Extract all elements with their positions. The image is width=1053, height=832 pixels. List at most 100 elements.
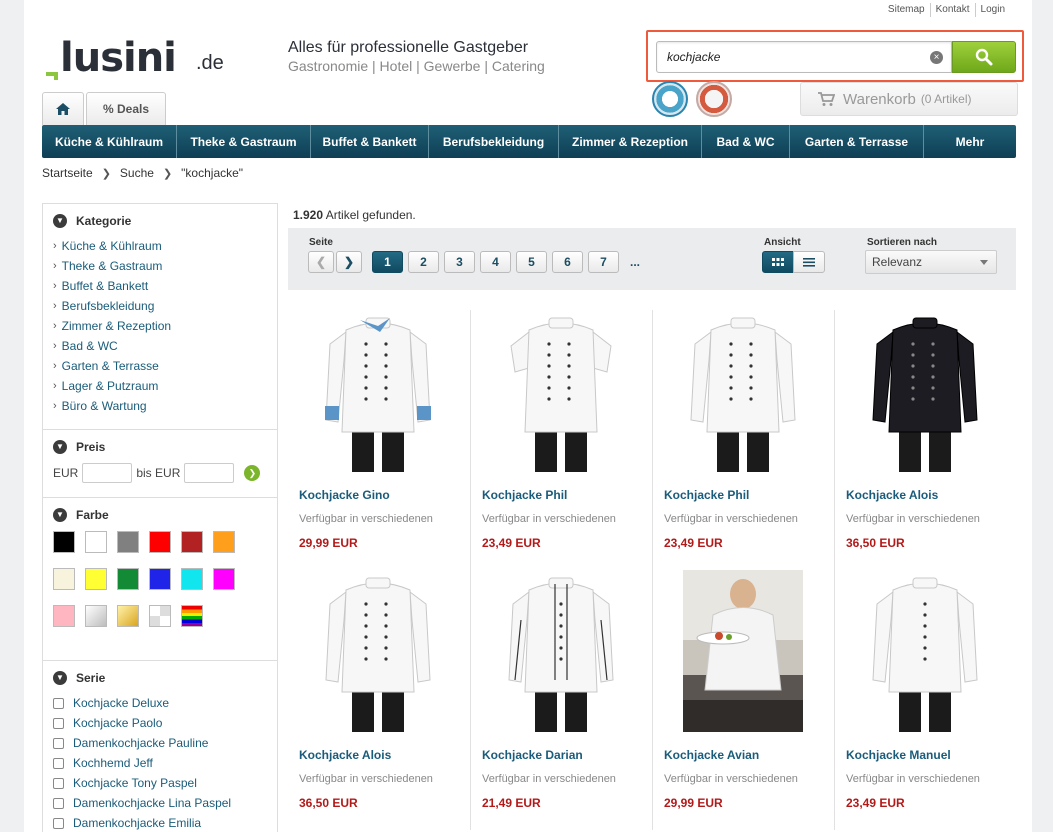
nav-berufsbekleidung[interactable]: Berufsbekleidung bbox=[429, 125, 559, 158]
series-item[interactable]: Kochhemd Jeff bbox=[53, 753, 277, 773]
series-item[interactable]: Damenkochjacke Lina Paspel bbox=[53, 793, 277, 813]
nav-theke[interactable]: Theke & Gastraum bbox=[177, 125, 311, 158]
color-swatch[interactable] bbox=[53, 568, 75, 590]
color-swatch[interactable] bbox=[117, 531, 139, 553]
series-filter-header[interactable]: ▼ Serie bbox=[53, 671, 277, 685]
product-title[interactable]: Kochjacke Phil bbox=[664, 488, 749, 502]
category-item[interactable]: › Büro & Wartung bbox=[53, 396, 277, 416]
home-tab[interactable] bbox=[42, 92, 84, 125]
nav-mehr[interactable]: Mehr bbox=[924, 125, 1016, 158]
category-item[interactable]: › Buffet & Bankett bbox=[53, 276, 277, 296]
product-card[interactable]: Kochjacke Alois Verfügbar in verschiedene… bbox=[288, 570, 470, 830]
product-image[interactable] bbox=[501, 310, 621, 472]
product-title[interactable]: Kochjacke Alois bbox=[299, 748, 391, 762]
series-checkbox[interactable] bbox=[53, 757, 64, 769]
series-checkbox[interactable] bbox=[53, 797, 64, 809]
series-item[interactable]: Damenkochjacke Emilia bbox=[53, 813, 277, 832]
product-image[interactable] bbox=[865, 570, 985, 732]
product-title[interactable]: Kochjacke Avian bbox=[664, 748, 759, 762]
product-card[interactable]: Kochjacke Gino Verfügbar in verschiedenen… bbox=[288, 310, 470, 570]
deals-tab[interactable]: % Deals bbox=[86, 92, 166, 125]
product-card[interactable]: Kochjacke Alois Verfügbar in verschiedene… bbox=[834, 310, 1016, 570]
kontakt-link[interactable]: Kontakt bbox=[929, 3, 975, 17]
page-button[interactable]: 7 bbox=[588, 251, 619, 273]
product-card[interactable]: Kochjacke Manuel Verfügbar in verschieden… bbox=[834, 570, 1016, 830]
sort-select[interactable]: Relevanz bbox=[865, 250, 997, 274]
product-title[interactable]: Kochjacke Manuel bbox=[846, 748, 951, 762]
color-filter-header[interactable]: ▼ Farbe bbox=[53, 508, 277, 522]
search-button[interactable] bbox=[952, 41, 1016, 73]
product-image[interactable] bbox=[683, 570, 803, 732]
color-swatch[interactable] bbox=[149, 531, 171, 553]
product-image[interactable] bbox=[683, 310, 803, 472]
category-item[interactable]: › Lager & Putzraum bbox=[53, 376, 277, 396]
series-item[interactable]: Kochjacke Paolo bbox=[53, 713, 277, 733]
breadcrumb-home[interactable]: Startseite bbox=[42, 166, 93, 180]
color-swatch[interactable] bbox=[85, 605, 107, 627]
category-item[interactable]: › Theke & Gastraum bbox=[53, 256, 277, 276]
trust-seal-icon[interactable] bbox=[652, 81, 688, 117]
nav-garten[interactable]: Garten & Terrasse bbox=[790, 125, 924, 158]
search-input[interactable] bbox=[657, 42, 917, 72]
nav-kueche[interactable]: Küche & Kühlraum bbox=[42, 125, 177, 158]
series-item[interactable]: Kochjacke Deluxe bbox=[53, 693, 277, 713]
nav-zimmer[interactable]: Zimmer & Rezeption bbox=[559, 125, 702, 158]
color-swatch[interactable] bbox=[181, 531, 203, 553]
login-link[interactable]: Login bbox=[974, 3, 1010, 17]
series-item[interactable]: Damenkochjacke Pauline bbox=[53, 733, 277, 753]
grid-view-button[interactable] bbox=[762, 251, 794, 273]
color-swatch[interactable] bbox=[53, 605, 75, 627]
color-swatch[interactable] bbox=[181, 605, 203, 627]
page-button[interactable]: 6 bbox=[552, 251, 583, 273]
category-item[interactable]: › Bad & WC bbox=[53, 336, 277, 356]
product-title[interactable]: Kochjacke Gino bbox=[299, 488, 390, 502]
series-item[interactable]: Kochjacke Tony Paspel bbox=[53, 773, 277, 793]
color-swatch[interactable] bbox=[85, 568, 107, 590]
product-image[interactable] bbox=[501, 570, 621, 732]
product-card[interactable]: Kochjacke Phil Verfügbar in verschiedenen… bbox=[652, 310, 834, 570]
color-swatch[interactable] bbox=[85, 531, 107, 553]
nav-buffet[interactable]: Buffet & Bankett bbox=[311, 125, 429, 158]
list-view-button[interactable] bbox=[793, 251, 825, 273]
category-item[interactable]: › Garten & Terrasse bbox=[53, 356, 277, 376]
award-seal-icon[interactable] bbox=[696, 81, 732, 117]
product-title[interactable]: Kochjacke Alois bbox=[846, 488, 938, 502]
next-page-button[interactable]: ❯ bbox=[336, 251, 362, 273]
product-title[interactable]: Kochjacke Darian bbox=[482, 748, 583, 762]
color-swatch[interactable] bbox=[149, 568, 171, 590]
nav-bad[interactable]: Bad & WC bbox=[702, 125, 790, 158]
color-swatch[interactable] bbox=[213, 568, 235, 590]
price-from-input[interactable] bbox=[82, 463, 133, 483]
product-image[interactable] bbox=[318, 570, 438, 732]
series-checkbox[interactable] bbox=[53, 697, 64, 709]
product-card[interactable]: Kochjacke Darian Verfügbar in verschieden… bbox=[470, 570, 652, 830]
sitemap-link[interactable]: Sitemap bbox=[883, 3, 930, 17]
color-swatch[interactable] bbox=[149, 605, 171, 627]
page-button[interactable]: 1 bbox=[372, 251, 403, 273]
prev-page-button[interactable]: ❮ bbox=[308, 251, 334, 273]
category-item[interactable]: › Küche & Kühlraum bbox=[53, 236, 277, 256]
price-filter-header[interactable]: ▼ Preis bbox=[53, 440, 277, 454]
color-swatch[interactable] bbox=[181, 568, 203, 590]
page-button[interactable]: 2 bbox=[408, 251, 439, 273]
page-button[interactable]: 5 bbox=[516, 251, 547, 273]
clear-search-icon[interactable]: × bbox=[930, 51, 943, 64]
category-item[interactable]: › Berufsbekleidung bbox=[53, 296, 277, 316]
series-checkbox[interactable] bbox=[53, 817, 64, 829]
category-filter-header[interactable]: ▼ Kategorie bbox=[53, 214, 277, 228]
product-title[interactable]: Kochjacke Phil bbox=[482, 488, 567, 502]
product-card[interactable]: Kochjacke Avian Verfügbar in verschiedene… bbox=[652, 570, 834, 830]
page-button[interactable]: 4 bbox=[480, 251, 511, 273]
cart-button[interactable]: Warenkorb (0 Artikel) bbox=[800, 82, 1018, 116]
product-image[interactable] bbox=[865, 310, 985, 472]
price-submit-icon[interactable]: ❯ bbox=[244, 465, 261, 481]
color-swatch[interactable] bbox=[117, 568, 139, 590]
category-item[interactable]: › Zimmer & Rezeption bbox=[53, 316, 277, 336]
color-swatch[interactable] bbox=[117, 605, 139, 627]
product-card[interactable]: Kochjacke Phil Verfügbar in verschiedenen… bbox=[470, 310, 652, 570]
color-swatch[interactable] bbox=[213, 531, 235, 553]
color-swatch[interactable] bbox=[53, 531, 75, 553]
price-to-input[interactable] bbox=[184, 463, 235, 483]
series-checkbox[interactable] bbox=[53, 737, 64, 749]
breadcrumb-search[interactable]: Suche bbox=[120, 166, 154, 180]
